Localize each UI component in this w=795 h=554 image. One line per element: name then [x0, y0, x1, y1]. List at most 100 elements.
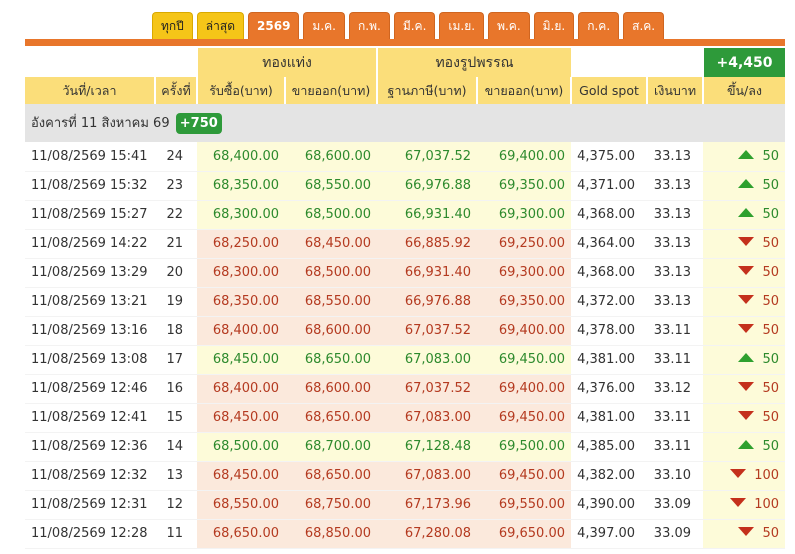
cell-orn-sell: 69,250.00 [477, 229, 572, 259]
change-value: 50 [762, 410, 780, 425]
cell-bar-buy: 68,300.00 [197, 200, 285, 230]
cell-change: 50 [703, 200, 786, 230]
tab-10[interactable]: ส.ค. [623, 12, 665, 39]
cell-spot: 4,375.00 [571, 142, 648, 172]
table-row: 11/08/2569 13:08 17 68,450.00 68,650.00 67,0… [25, 345, 786, 375]
cell-orn-base: 67,037.52 [377, 316, 477, 346]
cell-orn-base: 67,083.00 [377, 403, 477, 433]
cell-orn-sell: 69,450.00 [477, 345, 572, 375]
table-row: 11/08/2569 12:32 13 68,450.00 68,650.00 67,0… [25, 461, 786, 491]
col-ornament-sell: ขายออก(บาท) [475, 77, 572, 104]
tab-7[interactable]: พ.ค. [488, 12, 530, 39]
tab-6[interactable]: เม.ย. [439, 12, 485, 39]
tab-underline-bar [25, 39, 785, 46]
table-row: 11/08/2569 12:46 16 68,400.00 68,600.00 67,0… [25, 374, 786, 404]
cell-thb: 33.13 [647, 229, 704, 259]
total-change-badge: +4,450 [702, 48, 786, 77]
cell-bar-sell: 68,700.00 [285, 432, 377, 462]
cell-bar-buy: 68,400.00 [197, 316, 285, 346]
tab-9[interactable]: ก.ค. [578, 12, 620, 39]
change-value: 50 [762, 236, 780, 251]
col-thb: เงินบาท [646, 77, 704, 104]
cell-datetime: 11/08/2569 12:36 [25, 432, 155, 462]
table-row: 11/08/2569 12:28 11 68,650.00 68,850.00 67,2… [25, 519, 786, 549]
change-value: 50 [762, 526, 780, 541]
period-tabs: ทุกปี ล่าสุด 2569 ม.ค. ก.พ. มี.ค. เม.ย. พ.ค. มิ.… [152, 12, 665, 39]
cell-thb: 33.11 [647, 432, 704, 462]
gold-price-table: ทองแท่ง ทองรูปพรรณ +4,450 วันที่/เวลา คร… [25, 48, 786, 549]
col-change: ขึ้น/ลง [702, 77, 786, 104]
cell-bar-buy: 68,400.00 [197, 142, 285, 172]
cell-spot: 4,376.00 [571, 374, 648, 404]
cell-change: 50 [703, 403, 786, 433]
cell-bar-buy: 68,350.00 [197, 171, 285, 201]
cell-no: 15 [155, 403, 197, 433]
cell-no: 11 [155, 519, 197, 549]
change-value: 50 [762, 294, 780, 309]
tab-3[interactable]: ม.ค. [303, 12, 345, 39]
cell-orn-base: 67,280.08 [377, 519, 477, 549]
cell-orn-base: 67,037.52 [377, 374, 477, 404]
arrow-down-icon [738, 266, 755, 275]
cell-bar-sell: 68,650.00 [285, 345, 377, 375]
header-column-row: วันที่/เวลา ครั้งที่ รับซื้อ(บาท) ขายออก… [25, 77, 786, 104]
cell-orn-sell: 69,450.00 [477, 403, 572, 433]
cell-no: 12 [155, 490, 197, 520]
tab-5[interactable]: มี.ค. [393, 12, 436, 39]
cell-no: 19 [155, 287, 197, 317]
arrow-down-icon [738, 382, 755, 391]
cell-bar-sell: 68,550.00 [285, 171, 377, 201]
cell-orn-base: 66,931.40 [377, 258, 477, 288]
col-gold-spot: Gold spot [570, 77, 648, 104]
tab-1[interactable]: ล่าสุด [196, 12, 245, 39]
arrow-down-icon [738, 411, 755, 420]
cell-thb: 33.11 [647, 316, 704, 346]
cell-datetime: 11/08/2569 12:31 [25, 490, 155, 520]
cell-orn-sell: 69,500.00 [477, 432, 572, 462]
cell-bar-buy: 68,500.00 [197, 432, 285, 462]
cell-orn-base: 67,083.00 [377, 345, 477, 375]
change-value: 100 [754, 468, 780, 483]
cell-spot: 4,368.00 [571, 258, 648, 288]
cell-no: 23 [155, 171, 197, 201]
cell-orn-base: 67,173.96 [377, 490, 477, 520]
arrow-down-icon [738, 295, 755, 304]
cell-bar-buy: 68,450.00 [197, 403, 285, 433]
tab-2[interactable]: 2569 [248, 12, 300, 39]
cell-spot: 4,371.00 [571, 171, 648, 201]
header-group-row: ทองแท่ง ทองรูปพรรณ +4,450 [25, 48, 786, 77]
cell-thb: 33.11 [647, 403, 704, 433]
cell-thb: 33.09 [647, 490, 704, 520]
cell-thb: 33.12 [647, 374, 704, 404]
cell-bar-sell: 68,500.00 [285, 258, 377, 288]
cell-spot: 4,381.00 [571, 345, 648, 375]
cell-orn-sell: 69,350.00 [477, 287, 572, 317]
cell-datetime: 11/08/2569 12:41 [25, 403, 155, 433]
cell-orn-base: 67,037.52 [377, 142, 477, 172]
arrow-up-icon [738, 353, 755, 362]
cell-spot: 4,390.00 [571, 490, 648, 520]
cell-datetime: 11/08/2569 12:46 [25, 374, 155, 404]
cell-change: 50 [703, 258, 786, 288]
tab-8[interactable]: มิ.ย. [533, 12, 575, 39]
tab-4[interactable]: ก.พ. [349, 12, 390, 39]
table-row: 11/08/2569 13:16 18 68,400.00 68,600.00 67,0… [25, 316, 786, 346]
group-gold-ornament: ทองรูปพรรณ [375, 48, 572, 77]
table-row: 11/08/2569 15:32 23 68,350.00 68,550.00 66,9… [25, 171, 786, 201]
cell-bar-sell: 68,750.00 [285, 490, 377, 520]
change-value: 100 [754, 497, 780, 512]
tab-0[interactable]: ทุกปี [152, 12, 193, 39]
cell-orn-sell: 69,650.00 [477, 519, 572, 549]
cell-datetime: 11/08/2569 13:21 [25, 287, 155, 317]
cell-change: 50 [703, 229, 786, 259]
cell-change: 50 [703, 345, 786, 375]
cell-bar-sell: 68,600.00 [285, 374, 377, 404]
cell-spot: 4,381.00 [571, 403, 648, 433]
cell-orn-base: 66,885.92 [377, 229, 477, 259]
cell-spot: 4,364.00 [571, 229, 648, 259]
cell-change: 50 [703, 171, 786, 201]
table-row: 11/08/2569 13:21 19 68,350.00 68,550.00 66,9… [25, 287, 786, 317]
cell-thb: 33.13 [647, 287, 704, 317]
cell-orn-base: 66,976.88 [377, 287, 477, 317]
cell-thb: 33.13 [647, 258, 704, 288]
